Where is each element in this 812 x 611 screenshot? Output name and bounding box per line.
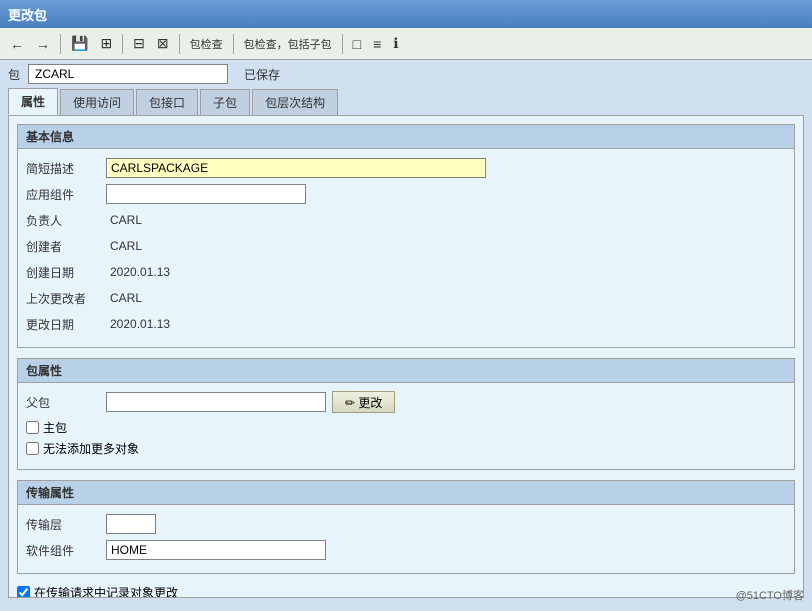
toolbar: ← → 💾 ⊞ ⊟ ⊠ 包检查 包检查，包括子包 □ ≡ ℹ: [0, 28, 812, 60]
separator-1: [60, 34, 61, 54]
back-button[interactable]: ←: [6, 34, 28, 54]
separator-4: [233, 34, 234, 54]
short-desc-label: 简短描述: [26, 160, 106, 177]
create-date-value: 2020.01.13: [106, 264, 174, 280]
transfer-layer-label: 传输层: [26, 516, 106, 533]
transfer-props-body: 传输层 软件组件: [17, 504, 795, 574]
info-button[interactable]: ℹ: [389, 33, 402, 54]
last-changer-value: CARL: [106, 290, 146, 306]
parent-pkg-label: 父包: [26, 394, 106, 411]
create-date-label: 创建日期: [26, 264, 106, 281]
change-date-row: 更改日期 2020.01.13: [26, 313, 786, 335]
responsible-row: 负责人 CARL: [26, 209, 786, 231]
icon-btn-3[interactable]: □: [349, 34, 365, 54]
last-changer-row: 上次更改者 CARL: [26, 287, 786, 309]
app-component-label: 应用组件: [26, 186, 106, 203]
parent-pkg-row: 父包 ✏ 更改: [26, 391, 786, 413]
main-content: 基本信息 简短描述 应用组件 负责人 CARL 创建者 CARL: [8, 115, 804, 598]
check-button[interactable]: 包检查: [186, 34, 227, 54]
no-add-checkbox[interactable]: [26, 442, 39, 455]
change-btn-label: 更改: [358, 396, 382, 410]
record-changes-label: 在传输请求中记录对象更改: [34, 584, 178, 598]
package-props-section: 包属性 父包 ✏ 更改 主包 无法添加更多对象: [17, 358, 795, 470]
check-with-sub-button[interactable]: 包检查，包括子包: [240, 34, 336, 54]
transfer-props-title: 传输属性: [17, 480, 795, 504]
title-text: 更改包: [8, 5, 47, 24]
software-component-row: 软件组件: [26, 539, 786, 561]
transfer-props-section: 传输属性 传输层 软件组件: [17, 480, 795, 574]
watermark: @51CTO博客: [736, 587, 804, 603]
save-status: 已保存: [244, 66, 280, 83]
tab-package-interface[interactable]: 包接口: [136, 89, 198, 115]
app-component-row: 应用组件: [26, 183, 786, 205]
tab-properties[interactable]: 属性: [8, 88, 58, 115]
package-props-body: 父包 ✏ 更改 主包 无法添加更多对象: [17, 382, 795, 470]
short-desc-row: 简短描述: [26, 157, 786, 179]
no-add-label: 无法添加更多对象: [43, 440, 139, 457]
bottom-note: 在传输请求中记录对象更改: [17, 584, 795, 598]
basic-info-section: 基本信息 简短描述 应用组件 负责人 CARL 创建者 CARL: [17, 124, 795, 348]
basic-info-body: 简短描述 应用组件 负责人 CARL 创建者 CARL 创建日期 2020.01…: [17, 148, 795, 348]
main-pkg-row: 主包: [26, 419, 786, 436]
change-date-label: 更改日期: [26, 316, 106, 333]
software-component-label: 软件组件: [26, 542, 106, 559]
tab-subpackages[interactable]: 子包: [200, 89, 250, 115]
save-button[interactable]: 💾: [67, 33, 92, 54]
app-component-input[interactable]: [106, 184, 306, 204]
tab-usage-access[interactable]: 使用访问: [60, 89, 134, 115]
transfer-layer-input[interactable]: [106, 514, 156, 534]
title-bar: 更改包: [0, 0, 812, 28]
change-button[interactable]: ✏ 更改: [332, 391, 395, 413]
main-pkg-label: 主包: [43, 419, 67, 436]
transfer-layer-row: 传输层: [26, 513, 786, 535]
creator-row: 创建者 CARL: [26, 235, 786, 257]
create-date-row: 创建日期 2020.01.13: [26, 261, 786, 283]
package-label: 包: [8, 66, 20, 83]
tab-hierarchy[interactable]: 包层次结构: [252, 89, 338, 115]
header-row: 包 已保存: [0, 60, 812, 88]
record-changes-checkbox[interactable]: [17, 586, 30, 598]
last-changer-label: 上次更改者: [26, 290, 106, 307]
main-pkg-checkbox[interactable]: [26, 421, 39, 434]
responsible-label: 负责人: [26, 212, 106, 229]
icon-btn-2[interactable]: ⊠: [153, 33, 173, 54]
short-desc-input[interactable]: [106, 158, 486, 178]
creator-label: 创建者: [26, 238, 106, 255]
change-date-value: 2020.01.13: [106, 316, 174, 332]
icon-btn-1[interactable]: ⊟: [129, 33, 149, 54]
icon-btn-4[interactable]: ≡: [369, 34, 385, 54]
separator-2: [122, 34, 123, 54]
pencil-icon: ✏: [345, 396, 355, 410]
basic-info-title: 基本信息: [17, 124, 795, 148]
separator-5: [342, 34, 343, 54]
separator-3: [179, 34, 180, 54]
package-props-title: 包属性: [17, 358, 795, 382]
software-component-input[interactable]: [106, 540, 326, 560]
forward-button[interactable]: →: [32, 34, 54, 54]
responsible-value: CARL: [106, 212, 146, 228]
copy-button[interactable]: ⊞: [96, 33, 116, 54]
parent-pkg-input[interactable]: [106, 392, 326, 412]
package-input[interactable]: [28, 64, 228, 84]
creator-value: CARL: [106, 238, 146, 254]
tabs-row: 属性 使用访问 包接口 子包 包层次结构: [0, 88, 812, 115]
no-add-row: 无法添加更多对象: [26, 440, 786, 457]
